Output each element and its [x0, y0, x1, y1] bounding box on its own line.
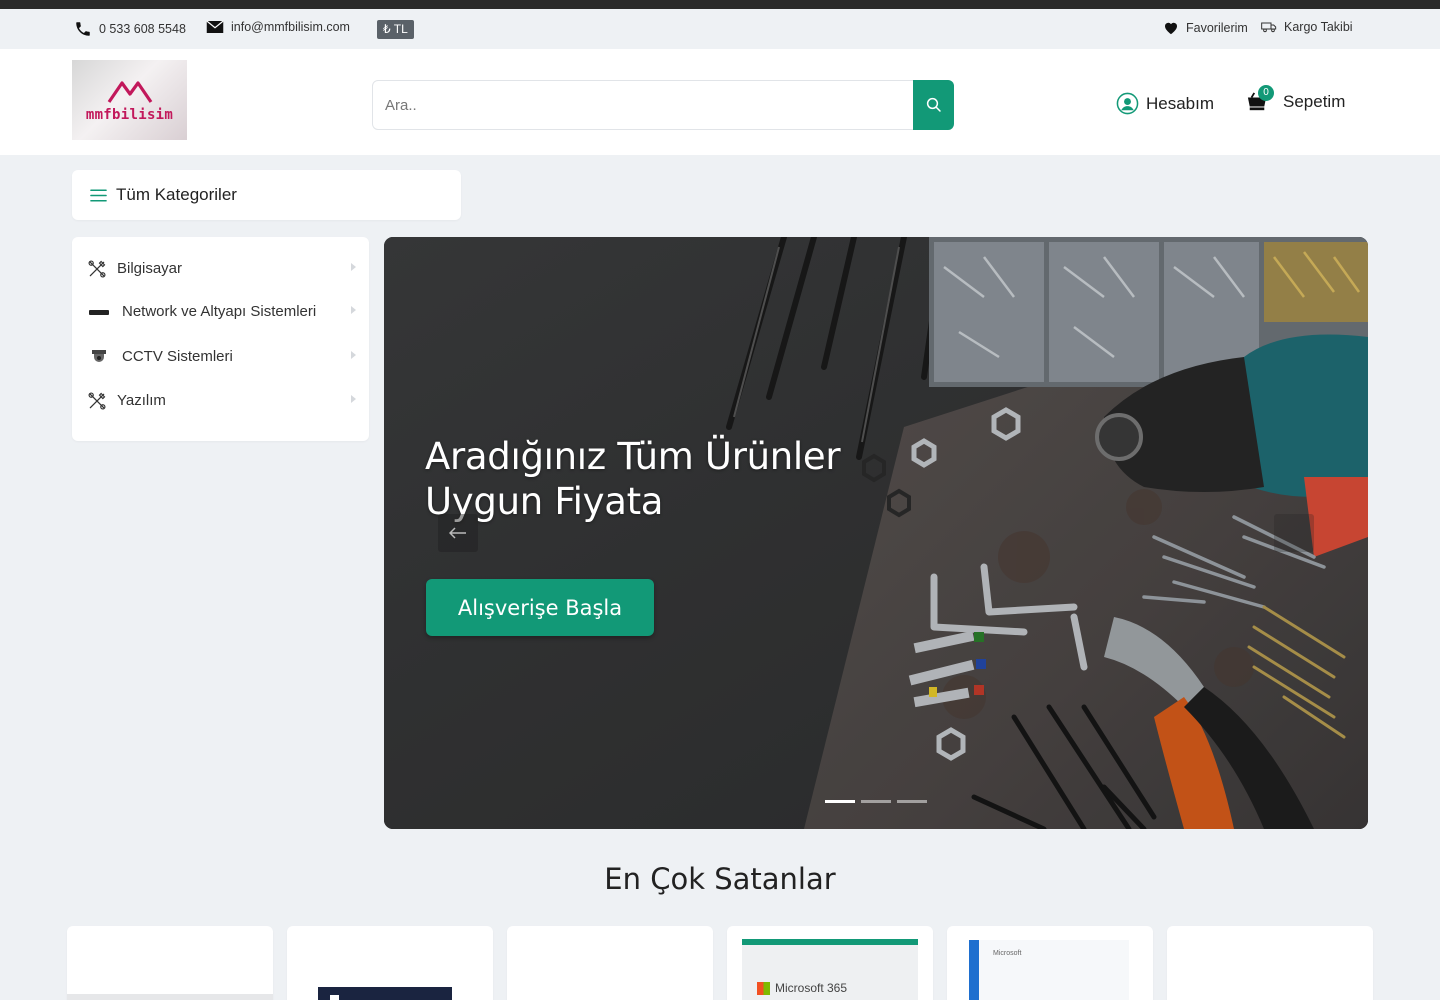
product-thumb: Microsoft 365 [742, 939, 918, 1000]
cart-count-badge: 0 [1258, 85, 1274, 101]
email-text: info@mmfbilisim.com [231, 20, 350, 34]
category-label: Bilgisayar [117, 260, 183, 277]
email-link[interactable]: info@mmfbilisim.com [206, 20, 350, 34]
category-menu: Bilgisayar Network ve Altyapı Sistemleri… [72, 237, 369, 441]
category-item-network[interactable]: Network ve Altyapı Sistemleri [72, 294, 369, 328]
logo-mountain-icon [107, 81, 152, 103]
product-card[interactable] [67, 926, 273, 1000]
category-item-cctv[interactable]: CCTV Sistemleri [72, 339, 369, 373]
product-card[interactable] [287, 926, 493, 1000]
network-device-icon [88, 302, 110, 322]
chevron-right-icon [351, 395, 356, 403]
all-categories-label: Tüm Kategoriler [116, 185, 237, 204]
search-icon [926, 97, 941, 112]
hero-title: Aradığınız Tüm Ürünler Uygun Fiyata [425, 434, 865, 524]
slider-dot-1[interactable] [825, 800, 855, 803]
site-logo[interactable]: mmfbilisim [72, 60, 187, 140]
product-card[interactable]: Microsoft [947, 926, 1153, 1000]
hero-title-line2: Uygun Fiyata [425, 480, 664, 523]
search-button[interactable] [913, 80, 954, 130]
browser-top-edge [0, 0, 1440, 9]
utility-bar: 0 533 608 5548 info@mmfbilisim.com ₺ TL … [0, 9, 1440, 49]
slider-next-button[interactable] [1274, 514, 1314, 552]
product-card[interactable] [507, 926, 713, 1000]
account-link[interactable]: Hesabım [1116, 92, 1214, 115]
start-shopping-button[interactable]: Alışverişe Başla [426, 579, 654, 636]
bestsellers-title: En Çok Satanlar [604, 862, 836, 896]
category-item-yazilim[interactable]: Yazılım [72, 383, 369, 417]
slider-prev-button[interactable] [438, 514, 478, 552]
windows-logo-icon [330, 995, 339, 1000]
tracking-link[interactable]: Kargo Takibi [1261, 20, 1353, 34]
truck-icon [1261, 22, 1277, 33]
tools-icon [86, 391, 108, 411]
hero-tools-image [384, 237, 1368, 829]
category-label: Yazılım [117, 392, 166, 409]
heart-icon [1165, 22, 1177, 35]
menu-icon [90, 189, 107, 201]
account-label: Hesabım [1146, 93, 1215, 113]
slider-dot-2[interactable] [861, 800, 891, 803]
category-label: CCTV Sistemleri [122, 348, 233, 365]
product-thumb-text: Microsoft [993, 950, 1022, 957]
camera-icon [88, 347, 110, 367]
logo-text: mmfbilisim [85, 107, 174, 123]
hero-slider: Aradığınız Tüm Ürünler Uygun Fiyata Alış… [384, 237, 1368, 829]
user-icon [1116, 92, 1139, 115]
chevron-right-icon [351, 306, 356, 314]
site-header: mmfbilisim Hesabım Sepetim [0, 49, 1440, 155]
tools-icon [86, 259, 108, 279]
phone-link[interactable]: 0 533 608 5548 [74, 20, 186, 38]
product-thumb-text: Microsoft 365 [775, 981, 848, 995]
arrow-left-icon [449, 527, 466, 539]
category-label: Network ve Altyapı Sistemleri [122, 303, 317, 320]
tracking-label: Kargo Takibi [1284, 20, 1353, 34]
product-card[interactable]: Microsoft 365 [727, 926, 933, 1000]
category-item-bilgisayar[interactable]: Bilgisayar [72, 251, 369, 285]
hero-title-line1: Aradığınız Tüm Ürünler [425, 435, 841, 478]
chevron-right-icon [351, 263, 356, 271]
search-input[interactable] [385, 81, 905, 129]
phone-icon [76, 22, 90, 36]
all-categories-toggle[interactable]: Tüm Kategoriler [72, 170, 461, 220]
mail-icon [206, 20, 224, 33]
product-card[interactable] [1167, 926, 1373, 1000]
chevron-right-icon [351, 351, 356, 359]
favorites-link[interactable]: Favorilerim [1163, 20, 1248, 35]
phone-text: 0 533 608 5548 [99, 22, 186, 36]
search-box [372, 80, 954, 130]
microsoft-logo-icon [757, 982, 770, 995]
cart-label: Sepetim [1283, 92, 1346, 111]
currency-selector[interactable]: ₺ TL [377, 20, 414, 39]
product-thumb: Microsoft [969, 940, 1129, 1000]
slider-dot-3[interactable] [897, 800, 927, 803]
product-thumb [67, 994, 273, 1000]
slider-dots [825, 800, 933, 803]
favorites-label: Favorilerim [1186, 20, 1248, 35]
